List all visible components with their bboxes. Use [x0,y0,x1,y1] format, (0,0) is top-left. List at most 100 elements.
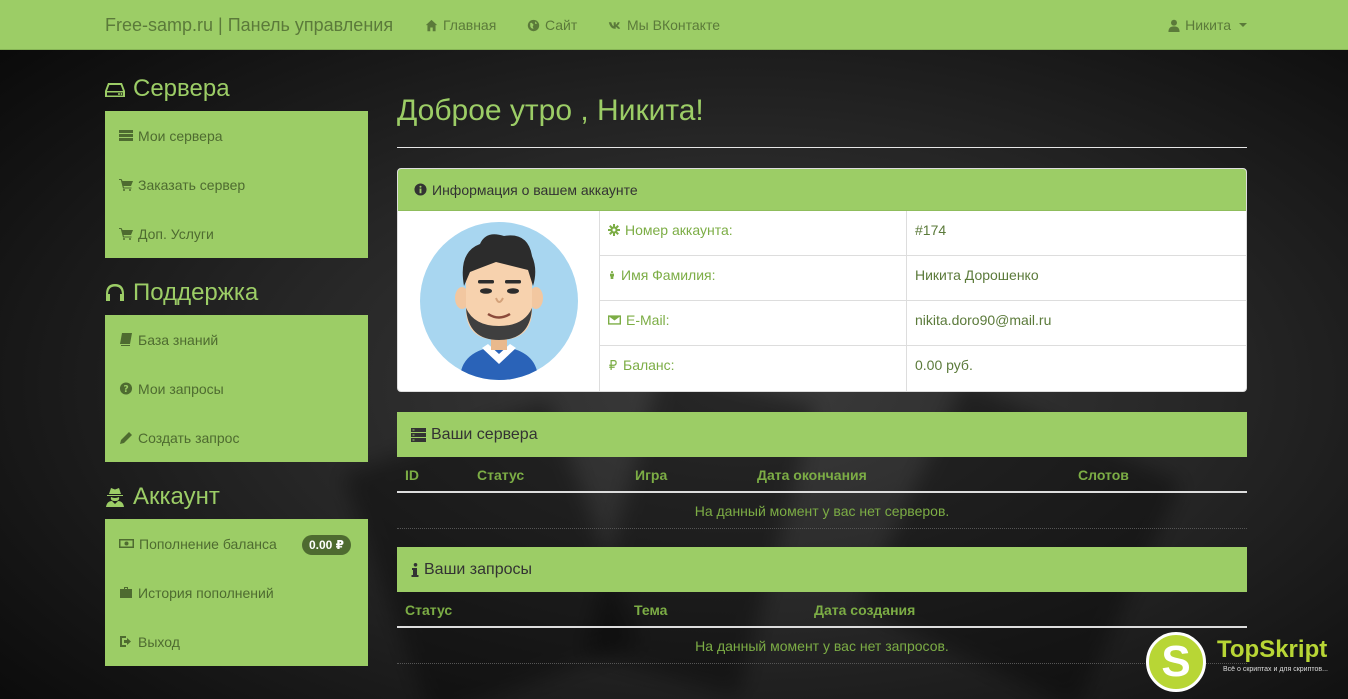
briefcase-icon [120,587,132,598]
user-icon [1168,19,1180,32]
brand-link[interactable]: Free-samp.ru | Панель управления [105,15,393,36]
column-header-status: Статус [477,467,525,483]
sidebar-item-label: Доп. Услуги [138,225,214,242]
pencil-icon [120,432,132,444]
server-list-icon [119,130,133,141]
balance-value: 0.00 руб. [915,357,973,373]
user-menu-dropdown[interactable]: Никита [1168,17,1247,33]
sidebar-item-label: Мои сервера [138,127,223,144]
watermark-subtitle: Всё о скриптах и для скриптов... [1223,666,1328,673]
nav-home-link[interactable]: Главная [425,17,496,33]
sidebar-item-label: Мои запросы [138,380,224,397]
sidebar-item-label: Заказать сервер [138,176,246,193]
sidebar-item-label: История пополнений [138,584,274,601]
avatar [419,222,578,380]
column-header-game: Игра [635,467,668,483]
column-header-slots: Слотов [1078,467,1129,483]
sidebar-support-menu: База знаний ? Мои запросы Создать запрос [105,315,368,462]
money-icon [119,539,134,548]
column-header-end-date: Дата окончания [757,467,867,483]
sidebar-item-my-requests[interactable]: ? Мои запросы [105,364,368,413]
sidebar-heading-support: Поддержка [104,279,258,307]
male-icon [610,271,614,279]
sidebar-account-menu: Пополнение баланса 0.00 ₽ История пополн… [105,519,368,666]
nav-vk-label: Мы ВКонтакте [627,17,720,33]
info-label-cell: Баланс: [600,346,907,391]
cart-icon [119,179,133,191]
info-label-cell: Номер аккаунта: [600,211,907,255]
sidebar-heading-account: Аккаунт [104,483,220,511]
sidebar-item-top-up-balance[interactable]: Пополнение баланса 0.00 ₽ [105,519,368,568]
watermark-logo: S [1146,632,1206,692]
email-value: nikita.doro90@mail.ru [915,312,1052,328]
sidebar-item-payment-history[interactable]: История пополнений [105,568,368,617]
sidebar-item-create-request[interactable]: Создать запрос [105,413,368,462]
table-row: Номер аккаунта: #174 [600,211,1246,256]
nav-home-label: Главная [443,17,497,33]
requests-section-title: Ваши запросы [424,560,532,578]
envelope-icon [608,315,621,325]
sign-out-icon [120,636,131,647]
sidebar-heading-servers-label: Сервера [133,75,230,102]
servers-section-header: Ваши сервера [397,412,1247,457]
account-number-label: Номер аккаунта: [625,222,733,238]
balance-badge: 0.00 ₽ [301,535,351,555]
info-label-cell: E-Mail: [600,301,907,345]
title-divider [397,147,1247,148]
home-icon [425,19,438,31]
nav-site-label: Сайт [545,17,578,33]
avatar-cell [398,211,600,391]
sidebar-item-knowledge-base[interactable]: База знаний [105,315,368,364]
sidebar-servers-menu: Мои сервера Заказать сервер Доп. Услуги [105,111,368,258]
globe-icon [527,19,540,31]
hdd-icon [105,83,125,97]
sidebar-item-label: Пополнение баланса [139,535,277,552]
sidebar-item-my-servers[interactable]: Мои сервера [105,111,368,160]
table-row: Имя Фамилия: Никита Дорошенко [600,256,1246,301]
column-header-topic: Тема [634,602,668,618]
user-secret-icon [106,488,124,507]
balance-label: Баланс: [623,357,675,373]
account-info-title: Информация о вашем аккаунте [432,181,638,198]
sidebar-item-label: Создать запрос [138,429,240,446]
sidebar-item-order-server[interactable]: Заказать сервер [105,160,368,209]
info-label-cell: Имя Фамилия: [600,256,907,300]
nav-site-link[interactable]: Сайт [527,17,577,33]
ruble-icon [609,360,617,370]
sidebar-heading-support-label: Поддержка [133,279,259,306]
requests-table-header: Статус Тема Дата создания [397,592,1247,628]
sidebar-item-logout[interactable]: Выход [105,617,368,666]
cart-icon [119,228,133,240]
full-name-label: Имя Фамилия: [621,267,716,283]
user-name: Никита [1185,17,1231,33]
servers-section-title: Ваши сервера [431,425,538,443]
watermark-title: TopSkript [1217,636,1328,663]
server-list-icon [411,427,426,442]
sidebar-heading-servers: Сервера [104,75,230,103]
vk-icon [608,21,621,29]
servers-table-header: ID Статус Игра Дата окончания Слотов [397,457,1247,493]
table-row: Баланс: 0.00 руб. [600,346,1246,391]
requests-empty-message: На данный момент у вас нет запросов. [397,628,1247,664]
book-icon [120,333,132,346]
full-name-value: Никита Дорошенко [915,267,1039,283]
email-label: E-Mail: [626,312,670,328]
chevron-down-icon [1239,23,1247,27]
sidebar-heading-account-label: Аккаунт [133,483,220,510]
account-info-panel: Информация о вашем аккаунте Номер аккаун… [397,168,1247,392]
question-circle-icon: ? [119,382,133,395]
servers-empty-message: На данный момент у вас нет серверов. [397,493,1247,529]
column-header-created-date: Дата создания [814,602,916,618]
gear-icon [608,224,620,236]
table-row: E-Mail: nikita.doro90@mail.ru [600,301,1246,346]
account-info-header: Информация о вашем аккаунте [398,169,1246,211]
sidebar-item-extra-services[interactable]: Доп. Услуги [105,209,368,258]
account-number-value: #174 [915,222,947,238]
nav-vk-link[interactable]: Мы ВКонтакте [607,17,720,33]
top-navbar: Free-samp.ru | Панель управления Главная… [0,0,1348,50]
sidebar-item-label: База знаний [138,331,219,348]
requests-section-header: Ваши запросы [397,547,1247,592]
column-header-id: ID [405,467,419,483]
info-icon [411,562,419,577]
svg-text:?: ? [123,384,128,395]
